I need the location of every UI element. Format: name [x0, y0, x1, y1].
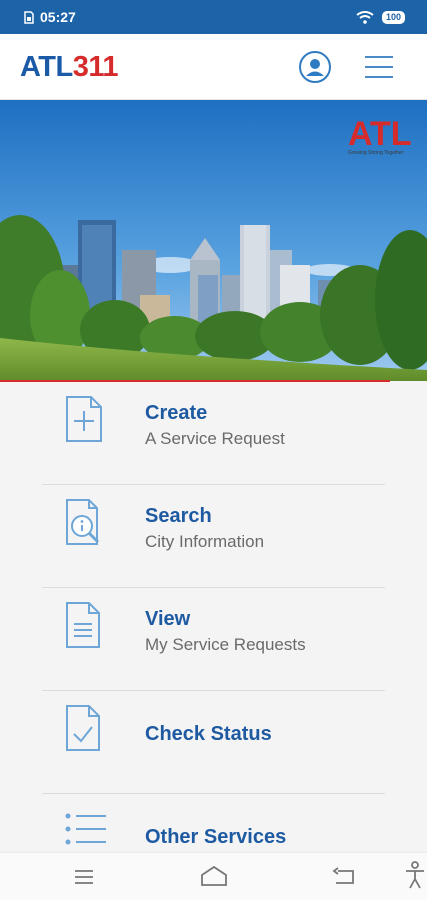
- hamburger-menu-button[interactable]: [363, 54, 395, 80]
- status-time: 05:27: [40, 9, 76, 25]
- app-header: ATL311: [0, 34, 427, 100]
- menu-item-title: Other Services: [145, 826, 287, 848]
- menu-item-title: Search: [145, 505, 212, 527]
- menu-item-subtitle: A Service Request: [145, 429, 285, 448]
- menu-item-create[interactable]: Create A Service Request: [42, 382, 385, 485]
- menu-item-title: Create: [145, 402, 208, 424]
- menu-item-check-status[interactable]: Check Status: [42, 691, 385, 794]
- menu-item-view[interactable]: View My Service Requests: [42, 588, 385, 691]
- menu-icon: [365, 56, 393, 78]
- home-icon[interactable]: [200, 865, 228, 887]
- checked-document-icon: [66, 705, 100, 751]
- back-icon[interactable]: [332, 867, 356, 887]
- menu-item-title: View: [145, 608, 191, 630]
- avatar-icon: [306, 59, 324, 76]
- add-document-icon: [66, 396, 102, 442]
- atl-brand-mark: ATL: [348, 115, 412, 153]
- status-bar: 05:27 100: [0, 0, 427, 34]
- atl311-logo: ATL311: [20, 51, 119, 83]
- list-icon: [65, 813, 106, 845]
- menu-item-search[interactable]: Search City Information: [42, 485, 385, 588]
- accessibility-icon[interactable]: [404, 861, 426, 889]
- menu-item-subtitle: My Service Requests: [145, 635, 306, 654]
- info-search-icon: [66, 499, 100, 545]
- menu-item-title: Check Status: [145, 723, 272, 745]
- city-skyline-image: ATL Growing Strong Together: [0, 100, 427, 381]
- atl-brand-tagline: Growing Strong Together: [348, 150, 404, 156]
- sim-icon: [24, 10, 34, 24]
- menu-item-subtitle: City Information: [145, 532, 265, 551]
- profile-button[interactable]: [299, 51, 331, 83]
- recent-apps-icon[interactable]: [73, 868, 95, 886]
- wifi-icon: [356, 10, 374, 24]
- battery-icon: 100: [381, 10, 405, 24]
- document-icon: [66, 602, 100, 648]
- system-nav-bar: [0, 852, 427, 900]
